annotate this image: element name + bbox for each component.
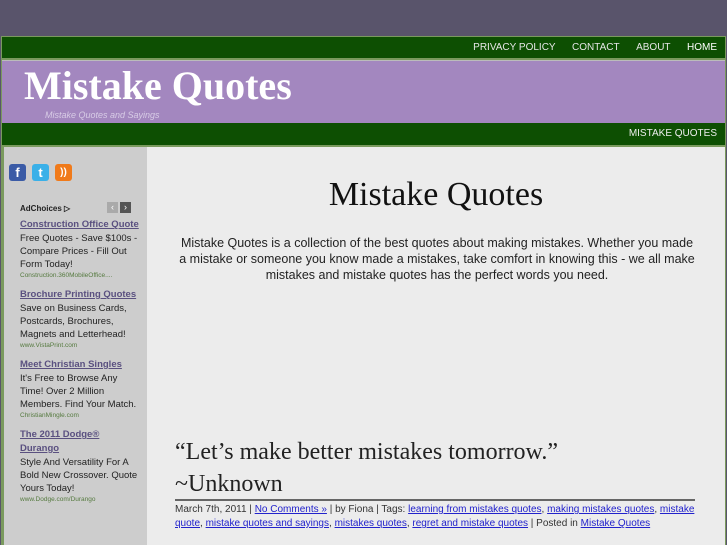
ad-list: Construction Office Quote Free Quotes - S… — [20, 218, 140, 512]
nav-contact[interactable]: CONTACT — [572, 42, 620, 53]
tag-link[interactable]: mistake quotes and sayings — [206, 518, 329, 529]
twitter-icon[interactable]: t — [32, 164, 49, 181]
ad-item: Construction Office Quote Free Quotes - S… — [20, 218, 140, 280]
ad-title[interactable]: Meet Christian Singles — [20, 358, 140, 372]
ad-text: Style And Versatility For A Bold New Cro… — [20, 457, 138, 494]
category-link[interactable]: Mistake Quotes — [581, 518, 650, 529]
tag-link[interactable]: regret and mistake quotes — [412, 518, 528, 529]
facebook-icon[interactable]: f — [9, 164, 26, 181]
ad-item: Meet Christian Singles It's Free to Brows… — [20, 358, 140, 420]
divider — [175, 499, 695, 501]
page: PRIVACY POLICY CONTACT ABOUT HOME Mistak… — [1, 36, 726, 545]
comments-link[interactable]: No Comments » — [255, 504, 327, 515]
tag-link[interactable]: learning from mistakes quotes — [408, 504, 541, 515]
ad-item: Brochure Printing Quotes Save on Business… — [20, 288, 140, 350]
nav-home[interactable]: HOME — [687, 42, 717, 53]
ad-title[interactable]: Brochure Printing Quotes — [20, 288, 140, 302]
site-title[interactable]: Mistake Quotes — [24, 62, 292, 109]
adchoices-label[interactable]: AdChoices ▷ — [20, 204, 70, 213]
nav-about[interactable]: ABOUT — [636, 42, 670, 53]
ad-title[interactable]: The 2011 Dodge® Durango — [20, 428, 140, 456]
ad-title[interactable]: Construction Office Quote — [20, 218, 140, 232]
post-quote[interactable]: “Let’s make better mistakes tomorrow.” ~U… — [175, 436, 558, 500]
ad-text: Free Quotes - Save $100s - Compare Price… — [20, 233, 138, 270]
tag-link[interactable]: mistakes quotes — [335, 518, 407, 529]
main-content: Mistake Quotes Mistake Quotes is a colle… — [147, 147, 725, 545]
ad-url[interactable]: Construction.360MobileOffice.... — [20, 271, 140, 280]
rss-icon[interactable]: )) — [55, 164, 72, 181]
ad-url[interactable]: ChristianMingle.com — [20, 411, 140, 420]
tag-link[interactable]: making mistakes quotes — [547, 504, 654, 515]
nav-privacy-policy[interactable]: PRIVACY POLICY — [473, 42, 555, 53]
adchoices-text: AdChoices — [20, 204, 62, 213]
ad-item: The 2011 Dodge® Durango Style And Versati… — [20, 428, 140, 504]
ad-url[interactable]: www.Dodge.com/Durango — [20, 495, 140, 504]
quote-text[interactable]: “Let’s make better mistakes tomorrow.” — [175, 436, 558, 468]
ad-text: It's Free to Browse Any Time! Over 2 Mil… — [20, 373, 137, 410]
post-date: March 7th, 2011 | — [175, 504, 255, 515]
chevron-left-icon[interactable]: ‹ — [107, 202, 118, 213]
page-title: Mistake Quotes — [328, 176, 544, 213]
nav-mistake-quotes[interactable]: MISTAKE QUOTES — [629, 128, 717, 139]
intro-text: Mistake Quotes is a collection of the be… — [179, 236, 695, 282]
post-author: | by Fiona | Tags: — [326, 504, 409, 515]
site-header: Mistake Quotes Mistake Quotes and Saying… — [2, 60, 725, 123]
ad-url[interactable]: www.VistaPrint.com — [20, 341, 140, 350]
adchoices-icon: ▷ — [64, 204, 71, 213]
chevron-right-icon[interactable]: › — [120, 202, 131, 213]
post-meta: March 7th, 2011 | No Comments » | by Fio… — [175, 504, 695, 529]
top-nav: PRIVACY POLICY CONTACT ABOUT HOME — [2, 37, 725, 58]
sidebar: f t )) AdChoices ▷ ‹ › Construction Offi… — [4, 147, 147, 545]
category-nav: MISTAKE QUOTES — [2, 123, 725, 145]
quote-author[interactable]: ~Unknown — [175, 468, 558, 500]
posted-in-label: | Posted in — [528, 518, 581, 529]
ad-text: Save on Business Cards, Postcards, Broch… — [20, 303, 127, 340]
site-tagline: Mistake Quotes and Sayings — [45, 110, 160, 120]
